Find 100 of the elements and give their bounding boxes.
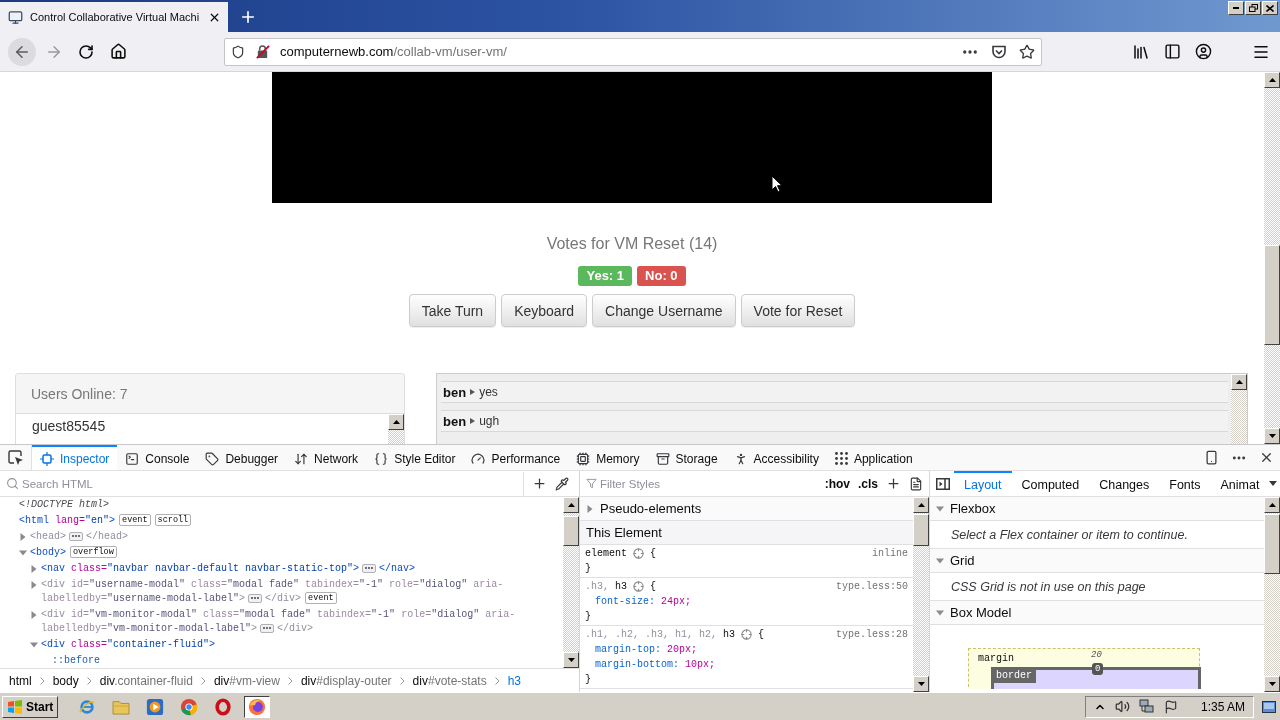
devtools-tab[interactable]: Inspector (32, 445, 118, 470)
scrollbar[interactable] (913, 497, 929, 692)
globe-logo-icon[interactable] (244, 695, 271, 718)
back-icon[interactable] (8, 37, 36, 66)
devtools-tab[interactable]: Memory (568, 445, 648, 470)
show-desktop-icon[interactable] (1262, 700, 1276, 713)
markup-badge[interactable]: overflow (70, 546, 117, 559)
breadcrumb[interactable]: div.container-fluid (93, 673, 199, 688)
document-icon[interactable] (909, 476, 923, 491)
plus-icon[interactable] (532, 476, 547, 491)
devtools-tab[interactable]: Network (286, 445, 367, 470)
caret-down-icon[interactable] (1269, 481, 1278, 486)
scroll-down-icon[interactable] (1264, 676, 1280, 692)
home-icon[interactable] (109, 43, 127, 60)
scroll-up-icon[interactable] (1264, 72, 1280, 88)
markup-badge[interactable]: event (305, 592, 337, 605)
restore-icon[interactable] (1245, 1, 1261, 15)
ellipsis-icon[interactable] (248, 593, 263, 603)
scrollbar-thumb[interactable] (1264, 245, 1280, 345)
devtools-tab[interactable]: Application (826, 445, 921, 470)
crossed-lock-icon[interactable] (255, 44, 270, 59)
caret-right-icon[interactable] (19, 533, 27, 541)
scrollbar[interactable] (388, 414, 404, 444)
eyedropper-icon[interactable] (555, 476, 569, 491)
scroll-down-icon[interactable] (1264, 428, 1280, 444)
devtools-tab[interactable]: Accessibility (725, 445, 827, 470)
doctype-text[interactable]: <!DOCTYPE html> (19, 499, 109, 510)
pseudo-element-text[interactable]: ::before (52, 655, 100, 666)
markup-node[interactable]: <html lang="en"> event scroll (19, 514, 192, 528)
close-icon[interactable] (1262, 1, 1278, 15)
close-icon[interactable] (1259, 450, 1274, 465)
scroll-down-icon[interactable] (913, 676, 929, 692)
devtools-tab[interactable]: Style Editor (366, 445, 464, 470)
shield-icon[interactable] (231, 44, 245, 59)
speaker-icon[interactable] (1114, 699, 1130, 714)
markup-badge[interactable]: scroll (154, 514, 192, 527)
network-icon[interactable] (1138, 699, 1155, 714)
action-button[interactable]: Change Username (592, 294, 736, 327)
action-button[interactable]: Vote for Reset (740, 294, 856, 327)
markup-node[interactable]: <nav class="navbar navbar-default navbar-static-top"> </nav> (41, 562, 416, 576)
scrollbar[interactable] (1264, 497, 1280, 692)
books-icon[interactable] (1132, 42, 1150, 61)
scrollbar[interactable] (1264, 72, 1280, 444)
browser-tab[interactable]: Control Collaborative Virtual Machi (0, 2, 228, 32)
markup-node[interactable]: <div id="username-modal" class="modal fade" tabindex="-1" role="dialog" aria-labelledby="username-modal-label"> </div> event (41, 578, 553, 606)
crosshair-icon[interactable] (633, 581, 645, 592)
breadcrumb[interactable]: body (46, 673, 85, 688)
caret-right-icon[interactable] (30, 581, 38, 589)
plus-icon[interactable] (886, 476, 901, 491)
action-button[interactable]: Keyboard (501, 294, 588, 327)
account-icon[interactable] (1195, 43, 1212, 60)
action-button[interactable]: Take Turn (408, 294, 497, 327)
reload-icon[interactable] (78, 43, 94, 60)
border-value[interactable]: 0 (1092, 663, 1104, 675)
chevron-shield-icon[interactable] (991, 43, 1007, 60)
devtools-tab[interactable]: Performance (463, 445, 569, 470)
ellipsis-icon[interactable] (260, 623, 275, 633)
markup-node[interactable]: <div id="vm-monitor-modal" class="modal fade" tabindex="-1" role="dialog" aria-labelledby="vm-monitor-modal-label"> </div> (41, 608, 553, 636)
element-picker-icon[interactable] (7, 449, 24, 466)
url-text[interactable]: computernewb.com/collab-vm/user-vm/ (280, 44, 951, 59)
start-button[interactable]: Start (2, 695, 59, 718)
scrollbar[interactable] (563, 497, 579, 668)
rule-source[interactable]: type.less:50 (836, 579, 908, 594)
url-field[interactable]: computernewb.com/collab-vm/user-vm/ (224, 37, 1042, 66)
css-declaration[interactable]: margin-top: 20px; (585, 642, 908, 657)
sidebar-tab[interactable]: Changes (1089, 471, 1160, 496)
devtools-tab[interactable]: Storage (647, 445, 726, 470)
sidebar-tab[interactable]: Animat (1210, 471, 1270, 496)
sidebar-icon[interactable] (1164, 43, 1181, 60)
scroll-up-icon[interactable] (1264, 497, 1280, 513)
scrollbar-thumb[interactable] (563, 516, 579, 546)
caret-right-icon[interactable] (586, 504, 594, 513)
ellipsis-icon[interactable] (69, 531, 83, 541)
scroll-up-icon[interactable] (563, 497, 579, 513)
section-heading[interactable]: Pseudo-elements (600, 501, 702, 516)
scrollbar-thumb[interactable] (913, 514, 929, 546)
breadcrumb[interactable]: div#display-outer (294, 673, 398, 688)
markup-node[interactable]: <body> overflow (30, 546, 117, 560)
caret-right-icon[interactable] (30, 611, 38, 619)
css-declaration[interactable]: margin-bottom: 10px; (585, 657, 908, 672)
scrollbar-thumb[interactable] (1264, 514, 1280, 574)
clock-text[interactable]: 1:35 AM (1200, 699, 1245, 714)
star-icon[interactable] (1019, 43, 1035, 60)
breadcrumb[interactable]: div#vote-stats (406, 673, 493, 688)
section-heading[interactable]: Grid (950, 553, 975, 568)
breadcrumb[interactable]: h3 (501, 673, 527, 688)
devtools-tab[interactable]: Console (117, 445, 198, 470)
user-name[interactable]: guest85545 (16, 417, 388, 435)
toggle-link[interactable]: .cls (858, 476, 878, 491)
section-heading[interactable]: Box Model (950, 605, 1012, 620)
search-input[interactable]: Search HTML (22, 473, 523, 494)
toggle-link[interactable]: :hov (824, 476, 850, 491)
ellipsis-icon[interactable] (362, 563, 377, 573)
markup-node[interactable]: <div class="container-fluid"> (41, 638, 216, 652)
crosshair-icon[interactable] (633, 548, 644, 559)
filter-input[interactable]: Filter Styles (600, 473, 817, 494)
flag-icon[interactable] (1163, 699, 1178, 714)
scrollbar[interactable] (1231, 374, 1247, 444)
scroll-up-icon[interactable] (913, 497, 929, 513)
markup-badge[interactable]: event (119, 514, 151, 527)
